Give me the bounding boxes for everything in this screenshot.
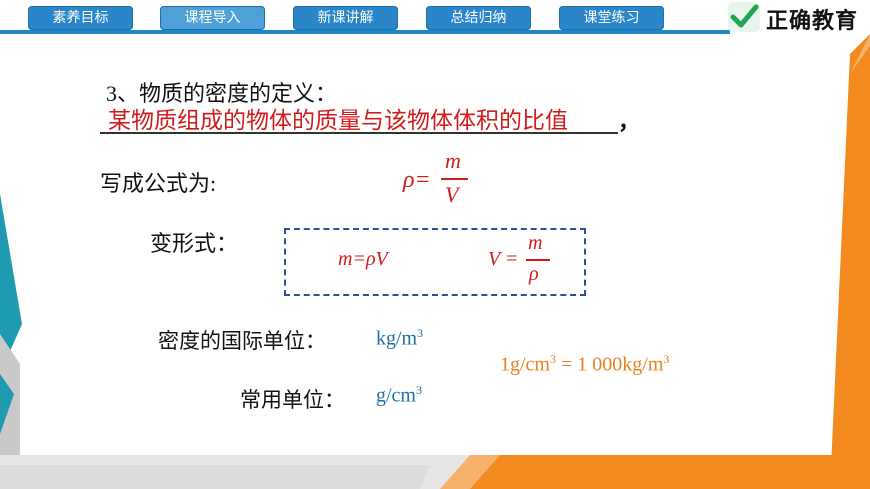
si-unit-label: 密度的国际单位： [158,329,326,353]
common-unit-label: 常用单位： [240,388,345,412]
common-unit-value: g/cm3 [376,383,422,407]
si-unit-value: kg/m3 [376,326,424,350]
definition-underline [100,132,618,134]
slide-content: 3、物质的密度的定义： 某物质组成的物体的质量与该物体体积的比值 ， 写成公式为… [0,0,870,489]
unit-conversion: 1g/cm3 = 1 000kg/m3 [500,352,670,376]
definition-comma: ， [618,110,641,135]
formula-lhs: ρ= [403,167,431,193]
variant-fraction-bar [526,259,550,261]
formula-label: 写成公式为: [100,171,217,196]
formula-fraction-bar [441,178,468,180]
density-definition: 某物质组成的物体的质量与该物体体积的比值 [108,108,568,134]
variant-formula-mass: m=ρV [338,248,388,270]
variant-label: 变形式： [150,231,239,256]
variant-formula-volume-lhs: V = [488,248,519,270]
formula-denominator: V [445,182,459,207]
variant-formula-volume-numerator: m [528,232,543,254]
formula-numerator: m [445,148,461,173]
variant-formula-volume-denominator: ρ [529,263,539,285]
